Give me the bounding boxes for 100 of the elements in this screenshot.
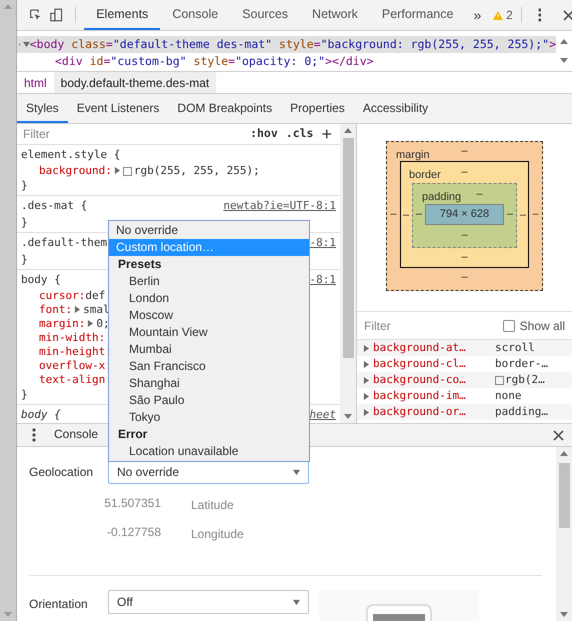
scrollbar-thumb[interactable] — [342, 138, 354, 358]
computed-value: scroll — [495, 340, 535, 356]
drawer-tab[interactable]: Console — [52, 424, 100, 446]
filter-field[interactable]: Filter — [364, 316, 474, 334]
css-property: margin: — [39, 316, 86, 332]
caret-icon[interactable] — [293, 598, 300, 606]
expand-icon[interactable] — [363, 408, 370, 416]
expand-icon[interactable] — [22, 41, 30, 48]
box-value: – — [461, 250, 468, 265]
warning-count[interactable]: 2 — [506, 6, 513, 24]
menu-option[interactable]: Mountain View — [109, 324, 309, 341]
css-property: overflow-x: — [39, 358, 112, 374]
scrollbar-thumb[interactable] — [558, 463, 570, 528]
box-label: padding — [422, 190, 462, 205]
scroll-down-icon[interactable] — [560, 612, 568, 617]
menu-icon[interactable] — [538, 8, 541, 22]
computed-property: background-at… — [373, 340, 467, 356]
css-value: def — [85, 288, 106, 304]
device-icon[interactable] — [50, 7, 64, 23]
box-value: – — [461, 165, 468, 180]
closing-brace: } — [21, 387, 28, 402]
menu-option[interactable]: Mumbai — [109, 341, 309, 358]
menu-option[interactable]: Moscow — [109, 307, 309, 324]
closing-brace: } — [21, 178, 28, 193]
show-all-checkbox[interactable] — [502, 320, 515, 332]
orientation-label: Orientation — [29, 596, 89, 613]
sidebar-tab[interactable]: Event Listeners — [68, 94, 168, 123]
color-swatch — [122, 166, 132, 176]
menu-option[interactable]: Location unavailable — [109, 443, 309, 460]
longitude-value: -0.127758 — [106, 524, 161, 541]
css-property: cursor: — [39, 288, 86, 304]
box-label: border — [409, 168, 441, 183]
menu-option[interactable]: Shanghai — [109, 375, 309, 392]
inspect-icon[interactable] — [29, 7, 42, 23]
box-value: – — [461, 228, 468, 243]
menu-icon[interactable] — [32, 428, 36, 442]
box-value: – — [461, 270, 468, 285]
menu-option[interactable]: Berlin — [109, 273, 309, 290]
breadcrumb[interactable]: html — [17, 72, 54, 93]
computed-value: border-… — [495, 356, 548, 372]
breadcrumb[interactable]: body.default-theme.des-mat — [54, 72, 216, 93]
color-swatch — [495, 376, 504, 384]
filter-field[interactable]: Filter — [21, 124, 231, 144]
orientation-select[interactable]: Off — [108, 590, 309, 614]
computed-property: background-cl… — [373, 356, 467, 372]
panel-tab[interactable]: Elements — [84, 0, 160, 30]
css-property: min-height: — [39, 344, 112, 360]
box-value: – — [518, 208, 528, 224]
panel-tab[interactable]: Console — [160, 0, 230, 30]
css-selector: element.style { — [21, 147, 120, 164]
close-icon[interactable] — [553, 430, 564, 440]
panel-tab[interactable]: Network — [300, 0, 370, 30]
sidebar-tab[interactable]: Accessibility — [354, 94, 438, 123]
menu-option[interactable]: Tokyo — [109, 409, 309, 426]
scroll-up-icon[interactable] — [560, 39, 568, 44]
show-all-label: Show all — [520, 318, 565, 334]
new-rule-button[interactable]: + — [321, 125, 332, 143]
closing-brace: } — [21, 252, 28, 267]
close-icon[interactable] — [562, 10, 572, 20]
box-value: – — [461, 144, 468, 159]
source-link[interactable]: -8:1 — [310, 235, 336, 252]
panel-tab[interactable]: Sources — [230, 0, 300, 30]
hover-state-button[interactable]: :hov — [250, 125, 278, 143]
sidebar-tab[interactable]: DOM Breakpoints — [168, 94, 282, 123]
geolocation-select[interactable]: No override — [108, 460, 309, 484]
dom-node-line[interactable]: <div id="custom-bg" style="opacity: 0;"></div> — [17, 53, 556, 70]
computed-value: none — [495, 388, 522, 404]
computed-property: background-or… — [373, 404, 467, 420]
computed-value: rgb(2… — [505, 372, 545, 388]
scroll-down-icon[interactable] — [560, 58, 568, 63]
box-value: – — [476, 187, 483, 202]
source-link[interactable]: newtab?ie=UTF-8:1 — [223, 198, 336, 215]
expand-icon[interactable] — [363, 376, 370, 384]
sidebar-tab[interactable]: Properties — [281, 94, 354, 123]
scroll-down-icon[interactable] — [344, 414, 352, 419]
css-selector: body { — [21, 272, 61, 288]
menu-option[interactable]: San Francisco — [109, 358, 309, 375]
scroll-up-icon[interactable] — [560, 451, 568, 456]
css-property: min-width: — [39, 330, 106, 346]
css-property: font: — [39, 302, 72, 318]
scroll-up-icon[interactable] — [344, 128, 352, 133]
caret-icon[interactable] — [293, 468, 300, 476]
menu-option[interactable]: São Paulo — [109, 392, 309, 409]
expand-icon[interactable] — [363, 344, 370, 352]
expand-icon[interactable] — [363, 360, 370, 368]
menu-option[interactable]: London — [109, 290, 309, 307]
panel-tab[interactable]: Performance — [370, 0, 466, 30]
class-button[interactable]: .cls — [286, 125, 314, 143]
more-tabs-button[interactable]: » — [465, 4, 490, 26]
css-selector: .des-mat { — [21, 198, 88, 214]
box-value: – — [506, 207, 514, 222]
latitude-label: Latitude — [191, 497, 234, 514]
expand-icon[interactable] — [363, 392, 370, 400]
group-heading: Presets — [117, 256, 162, 273]
expand-icon[interactable] — [114, 167, 121, 174]
sidebar-tab[interactable]: Styles — [17, 94, 68, 123]
menu-option[interactable]: No override — [109, 222, 309, 239]
group-heading: Error — [117, 426, 148, 443]
source-link[interactable]: -8:1 — [310, 272, 336, 289]
source-link[interactable]: heet — [310, 407, 336, 423]
